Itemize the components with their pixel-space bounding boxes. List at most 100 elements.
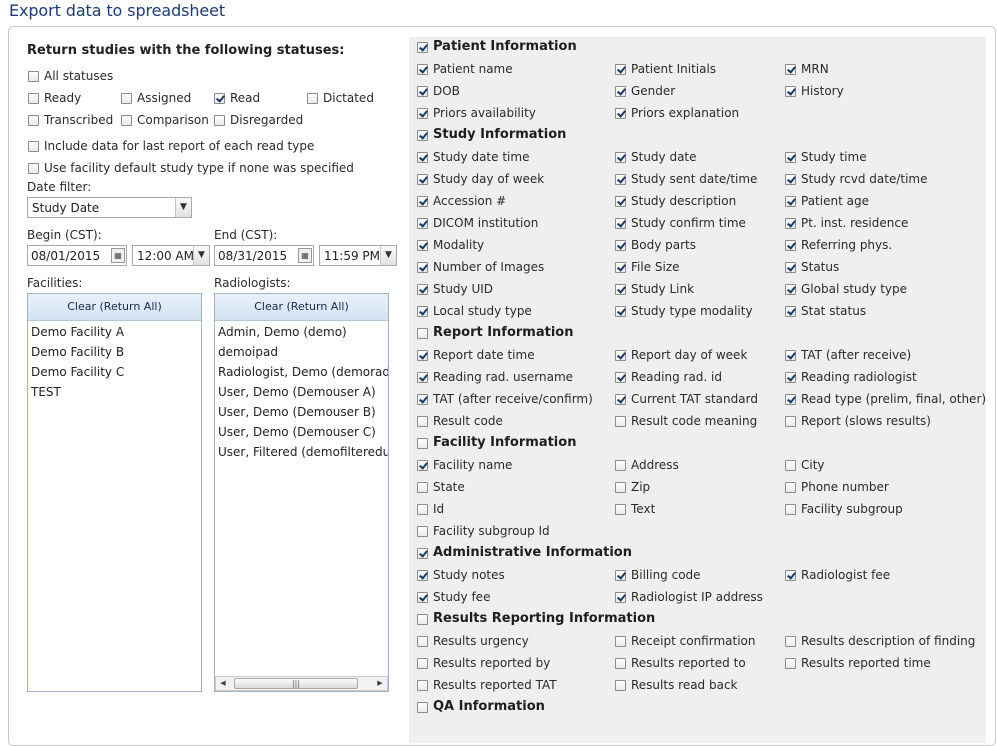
- field-checkbox[interactable]: [417, 372, 428, 383]
- section-checkbox[interactable]: [417, 130, 428, 141]
- field-checkbox[interactable]: [785, 504, 796, 515]
- field-checkbox[interactable]: [615, 174, 626, 185]
- field-checkbox[interactable]: [785, 482, 796, 493]
- field-checkbox[interactable]: [615, 64, 626, 75]
- field-checkbox[interactable]: [417, 174, 428, 185]
- field-checkbox[interactable]: [417, 460, 428, 471]
- scroll-thumb[interactable]: |||: [234, 678, 358, 689]
- calendar-icon[interactable]: ▦: [111, 248, 125, 263]
- section-checkbox[interactable]: [417, 702, 428, 713]
- field-checkbox[interactable]: [785, 262, 796, 273]
- status-dictated-checkbox[interactable]: [307, 93, 318, 104]
- field-checkbox[interactable]: [785, 570, 796, 581]
- field-checkbox[interactable]: [417, 86, 428, 97]
- field-checkbox[interactable]: [615, 570, 626, 581]
- list-item[interactable]: User, Filtered (demofiltereduse: [218, 445, 388, 459]
- field-checkbox[interactable]: [785, 636, 796, 647]
- field-checkbox[interactable]: [785, 394, 796, 405]
- begin-time-select[interactable]: 12:00 AM ▼: [132, 245, 210, 266]
- field-checkbox[interactable]: [417, 240, 428, 251]
- field-checkbox[interactable]: [417, 350, 428, 361]
- list-item[interactable]: Radiologist, Demo (demorad): [218, 365, 388, 379]
- field-checkbox[interactable]: [615, 240, 626, 251]
- field-checkbox[interactable]: [615, 306, 626, 317]
- field-checkbox[interactable]: [785, 460, 796, 471]
- field-checkbox[interactable]: [417, 592, 428, 603]
- field-checkbox[interactable]: [785, 284, 796, 295]
- date-filter-select[interactable]: Study Date ▼: [27, 197, 192, 218]
- field-checkbox[interactable]: [785, 218, 796, 229]
- field-checkbox[interactable]: [615, 262, 626, 273]
- list-item[interactable]: Demo Facility C: [31, 365, 124, 379]
- field-checkbox[interactable]: [417, 64, 428, 75]
- field-checkbox[interactable]: [417, 262, 428, 273]
- field-checkbox[interactable]: [615, 350, 626, 361]
- facilities-listbox[interactable]: Clear (Return All) Demo Facility A Demo …: [27, 293, 202, 692]
- list-item[interactable]: TEST: [31, 385, 61, 399]
- end-time-select[interactable]: 11:59 PM ▼: [319, 245, 397, 266]
- list-item[interactable]: demoipad: [218, 345, 278, 359]
- field-checkbox[interactable]: [615, 196, 626, 207]
- field-checkbox[interactable]: [615, 658, 626, 669]
- field-checkbox[interactable]: [417, 394, 428, 405]
- field-checkbox[interactable]: [417, 636, 428, 647]
- field-checkbox[interactable]: [615, 284, 626, 295]
- field-checkbox[interactable]: [615, 394, 626, 405]
- field-checkbox[interactable]: [417, 526, 428, 537]
- list-item[interactable]: User, Demo (Demouser B): [218, 405, 376, 419]
- status-ready-checkbox[interactable]: [28, 93, 39, 104]
- list-item[interactable]: Admin, Demo (demo): [218, 325, 347, 339]
- section-checkbox[interactable]: [417, 438, 428, 449]
- section-checkbox[interactable]: [417, 614, 428, 625]
- field-checkbox[interactable]: [615, 636, 626, 647]
- scroll-left-icon[interactable]: ◀: [216, 677, 230, 690]
- field-checkbox[interactable]: [615, 482, 626, 493]
- field-checkbox[interactable]: [417, 108, 428, 119]
- last-report-checkbox[interactable]: [28, 141, 39, 152]
- field-checkbox[interactable]: [785, 240, 796, 251]
- field-checkbox[interactable]: [615, 86, 626, 97]
- field-checkbox[interactable]: [417, 416, 428, 427]
- field-checkbox[interactable]: [417, 284, 428, 295]
- field-checkbox[interactable]: [417, 570, 428, 581]
- field-checkbox[interactable]: [615, 108, 626, 119]
- list-item[interactable]: Demo Facility A: [31, 325, 124, 339]
- status-transcribed-checkbox[interactable]: [28, 115, 39, 126]
- field-checkbox[interactable]: [417, 504, 428, 515]
- field-checkbox[interactable]: [615, 504, 626, 515]
- field-checkbox[interactable]: [785, 174, 796, 185]
- field-checkbox[interactable]: [417, 218, 428, 229]
- radiologists-clear-button[interactable]: Clear (Return All): [215, 294, 388, 321]
- field-checkbox[interactable]: [615, 218, 626, 229]
- end-date-input[interactable]: 08/31/2015 ▦: [214, 245, 314, 266]
- chevron-down-icon[interactable]: ▼: [193, 246, 209, 265]
- field-checkbox[interactable]: [615, 460, 626, 471]
- scroll-right-icon[interactable]: ▶: [373, 677, 387, 690]
- horizontal-scrollbar[interactable]: ◀ ||| ▶: [215, 676, 388, 691]
- status-read-checkbox[interactable]: [214, 93, 225, 104]
- field-checkbox[interactable]: [417, 196, 428, 207]
- facility-default-checkbox[interactable]: [28, 163, 39, 174]
- status-assigned-checkbox[interactable]: [121, 93, 132, 104]
- field-checkbox[interactable]: [785, 658, 796, 669]
- field-checkbox[interactable]: [785, 306, 796, 317]
- calendar-icon[interactable]: ▦: [298, 248, 312, 263]
- field-checkbox[interactable]: [615, 416, 626, 427]
- field-checkbox[interactable]: [785, 372, 796, 383]
- field-checkbox[interactable]: [785, 416, 796, 427]
- section-checkbox[interactable]: [417, 548, 428, 559]
- field-checkbox[interactable]: [785, 152, 796, 163]
- field-checkbox[interactable]: [785, 86, 796, 97]
- radiologists-listbox[interactable]: Clear (Return All) Admin, Demo (demo) de…: [214, 293, 389, 692]
- field-checkbox[interactable]: [615, 372, 626, 383]
- field-checkbox[interactable]: [615, 680, 626, 691]
- field-checkbox[interactable]: [417, 482, 428, 493]
- field-checkbox[interactable]: [785, 350, 796, 361]
- field-checkbox[interactable]: [417, 658, 428, 669]
- facilities-clear-button[interactable]: Clear (Return All): [28, 294, 201, 321]
- status-disregarded-checkbox[interactable]: [214, 115, 225, 126]
- field-checkbox[interactable]: [785, 196, 796, 207]
- list-item[interactable]: User, Demo (Demouser C): [218, 425, 376, 439]
- chevron-down-icon[interactable]: ▼: [175, 198, 191, 217]
- field-checkbox[interactable]: [417, 152, 428, 163]
